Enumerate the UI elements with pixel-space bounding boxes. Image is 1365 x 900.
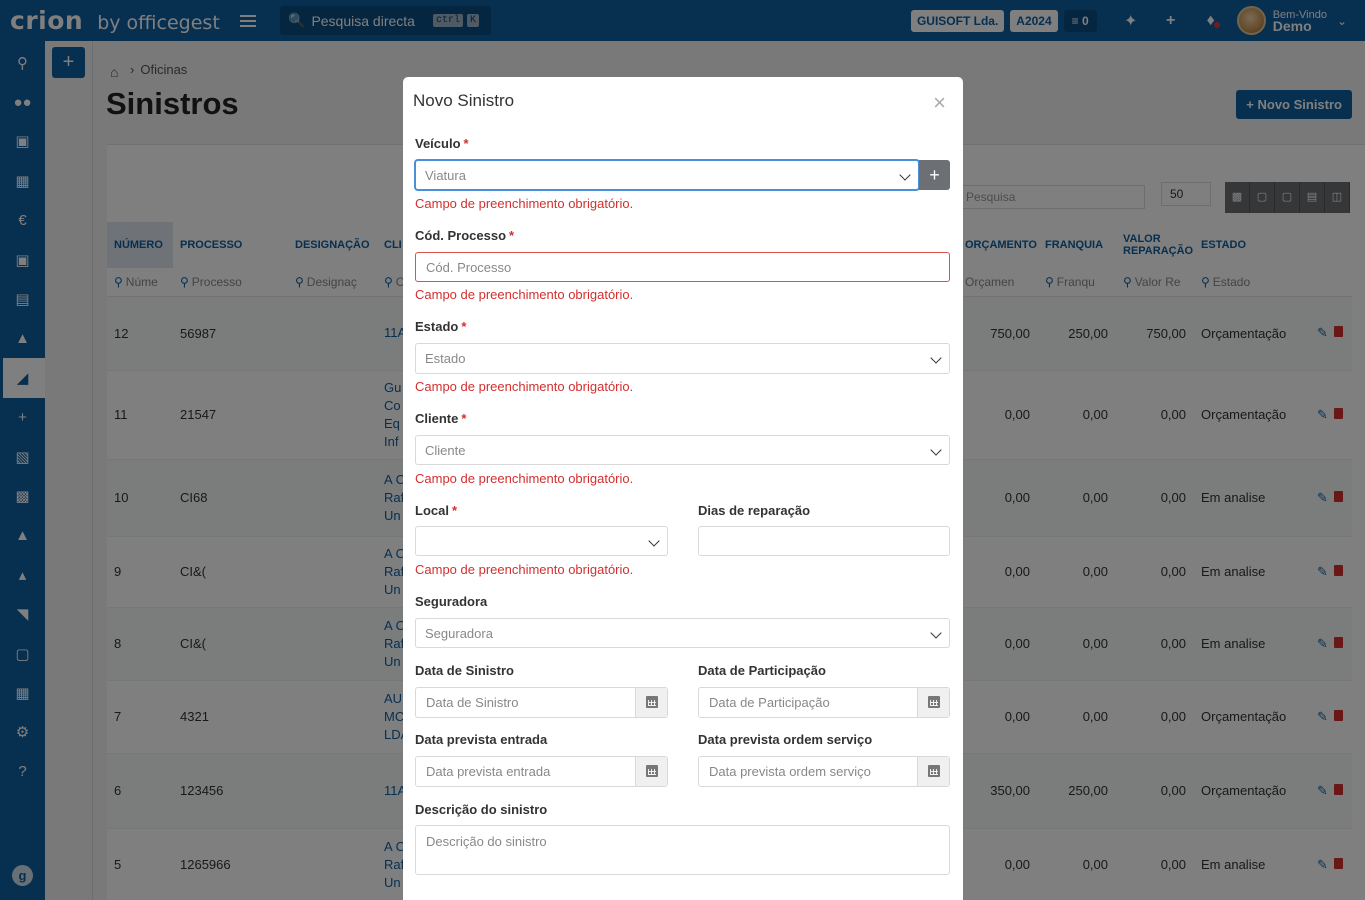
data-prevista-os-label: Data prevista ordem serviço <box>698 732 873 747</box>
data-prevista-os-placeholder: Data prevista ordem serviço <box>709 764 871 779</box>
veiculo-error: Campo de preenchimento obrigatório. <box>415 196 634 211</box>
cliente-select[interactable]: Cliente <box>415 435 950 465</box>
data-participacao-placeholder: Data de Participação <box>709 695 830 710</box>
descricao-textarea[interactable]: Descrição do sinistro <box>415 825 950 875</box>
local-error: Campo de preenchimento obrigatório. <box>415 562 634 577</box>
local-label: Local * <box>415 503 458 518</box>
data-participacao-input[interactable]: Data de Participação <box>698 687 950 718</box>
cliente-error: Campo de preenchimento obrigatório. <box>415 471 634 486</box>
estado-label: Estado * <box>415 319 467 334</box>
data-prevista-os-input[interactable]: Data prevista ordem serviço <box>698 756 950 787</box>
seguradora-label: Seguradora <box>415 594 488 609</box>
data-prevista-entrada-label: Data prevista entrada <box>415 732 548 747</box>
data-prevista-entrada-input[interactable]: Data prevista entrada <box>415 756 668 787</box>
calendar-icon[interactable] <box>917 688 949 717</box>
close-icon[interactable]: × <box>933 90 946 116</box>
cod-processo-input[interactable]: Cód. Processo <box>415 252 950 282</box>
dias-reparacao-label: Dias de reparação <box>698 503 811 518</box>
descricao-label: Descrição do sinistro <box>415 802 548 817</box>
seguradora-select[interactable]: Seguradora <box>415 618 950 648</box>
data-participacao-label: Data de Participação <box>698 663 826 678</box>
data-sinistro-placeholder: Data de Sinistro <box>426 695 519 710</box>
cod-processo-label: Cód. Processo * <box>415 228 515 243</box>
data-sinistro-label: Data de Sinistro <box>415 663 514 678</box>
calendar-icon[interactable] <box>635 688 667 717</box>
estado-select[interactable]: Estado <box>415 343 950 374</box>
add-veiculo-button[interactable]: + <box>919 160 950 190</box>
calendar-icon[interactable] <box>635 757 667 786</box>
cliente-label: Cliente * <box>415 411 467 426</box>
estado-error: Campo de preenchimento obrigatório. <box>415 379 634 394</box>
dias-reparacao-input[interactable] <box>698 526 950 556</box>
novo-sinistro-modal: Novo Sinistro × Veículo * Viatura + Campo… <box>403 77 963 900</box>
modal-title: Novo Sinistro <box>413 91 515 110</box>
local-select[interactable] <box>415 526 668 556</box>
veiculo-label: Veículo * <box>415 136 469 151</box>
veiculo-select[interactable]: Viatura <box>415 160 919 190</box>
data-sinistro-input[interactable]: Data de Sinistro <box>415 687 668 718</box>
data-prevista-entrada-placeholder: Data prevista entrada <box>426 764 551 779</box>
calendar-icon[interactable] <box>917 757 949 786</box>
cod-processo-error: Campo de preenchimento obrigatório. <box>415 287 634 302</box>
